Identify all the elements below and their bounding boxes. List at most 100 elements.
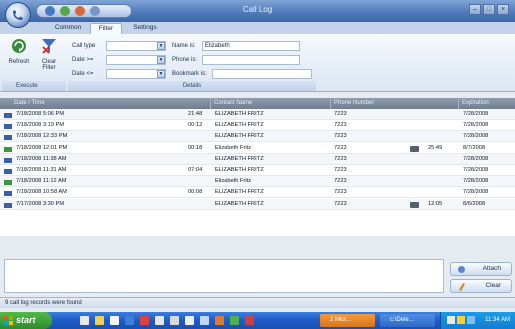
attach-icon xyxy=(458,266,465,273)
cell-expiration: 7/28/2008 xyxy=(463,189,489,196)
cell-duration: 07:04 xyxy=(188,167,203,173)
phone-logo-icon xyxy=(13,10,23,20)
cell-contact-name: ELIZABETH FRITZ xyxy=(215,189,264,196)
cell-attachment-length xyxy=(428,154,456,165)
quicklaunch-browser-icon[interactable] xyxy=(125,316,134,325)
cell-duration: 21:48 xyxy=(188,111,203,117)
cell-attachment-length xyxy=(428,165,456,176)
ribbon-panel: Refresh Clear Filter Execute Call type ▼… xyxy=(0,34,515,92)
call-type-dropdown-icon[interactable]: ▼ xyxy=(157,42,165,50)
table-row[interactable]: 7/18/2008 11:38 AM ELIZABETH FRITZ 7223 7/2… xyxy=(0,153,515,165)
attachment-icon[interactable] xyxy=(410,201,419,208)
outgoing-call-icon xyxy=(4,135,12,141)
cell-expiration: 7/28/2008 xyxy=(463,122,489,129)
table-row[interactable]: 7/18/2008 10:58 AM 00:08 ELIZABETH FRITZ 72… xyxy=(0,187,515,199)
bookmark-input[interactable] xyxy=(212,69,312,79)
cell-datetime: 7/18/2008 12:33 PM xyxy=(16,133,68,140)
cell-expiration: 7/28/2008 xyxy=(463,133,489,140)
task-label-micr: 2 Micr... xyxy=(330,317,352,323)
cell-duration: 00:12 xyxy=(188,122,203,129)
quicklaunch-calc-icon[interactable] xyxy=(170,316,179,325)
application-menu-button[interactable] xyxy=(5,2,31,28)
system-tray: 11:34 AM xyxy=(440,312,515,329)
tab-settings[interactable]: Settings xyxy=(126,23,164,34)
name-label: Name is: xyxy=(172,43,196,49)
quicklaunch-document-icon[interactable] xyxy=(110,316,119,325)
cell-contact-name: ELIZABETH FRITZ xyxy=(215,167,264,173)
cell-expiration: 7/28/2008 xyxy=(463,178,489,185)
quicklaunch-media-icon[interactable] xyxy=(215,316,224,325)
table-row[interactable]: 7/18/2008 11:12 AM Elizabeth Fritz 7223 7/2… xyxy=(0,176,515,188)
column-header-phone[interactable]: Phone Number xyxy=(330,98,458,109)
outgoing-call-icon xyxy=(4,202,12,208)
ribbon-tab-strip: Common Filter Settings xyxy=(0,22,515,34)
clear-button[interactable]: Clear xyxy=(450,279,512,293)
cell-expiration: 8/6/2008 xyxy=(463,200,486,207)
date-from-label: Date >= xyxy=(72,57,94,63)
tab-common[interactable]: Common xyxy=(48,23,88,34)
cell-contact-name: Elizabeth Fritz xyxy=(215,178,252,185)
quicklaunch-phone-icon[interactable] xyxy=(230,316,239,325)
status-text: 9 call log records were found xyxy=(5,300,82,306)
quicklaunch-window-icon[interactable] xyxy=(155,316,164,325)
column-header-contact[interactable]: Contact Name xyxy=(210,98,330,109)
quicklaunch-security-icon[interactable] xyxy=(245,316,254,325)
cell-contact-name: ELIZABETH FRITZ xyxy=(215,111,264,117)
cell-datetime: 7/18/2008 12:01 PM xyxy=(16,144,68,151)
table-row[interactable]: 7/18/2008 12:33 PM ELIZABETH FRITZ 7223 7/2… xyxy=(0,131,515,143)
clear-filter-button[interactable]: Clear Filter xyxy=(36,37,62,77)
cell-contact-name: Elizabeth Fritz xyxy=(215,144,252,151)
phone-input[interactable] xyxy=(202,55,300,65)
quicklaunch-app-icon[interactable] xyxy=(140,316,149,325)
cell-phone-number: 7223 xyxy=(334,111,347,117)
outgoing-call-icon xyxy=(4,169,12,174)
cell-expiration: 7/28/2008 xyxy=(463,111,489,117)
cell-duration xyxy=(188,154,214,165)
clock: 11:34 AM xyxy=(485,317,510,323)
cell-datetime: 7/18/2008 3:19 PM xyxy=(16,122,65,129)
cell-attachment-length: 25:49 xyxy=(428,144,443,151)
table-row[interactable]: 7/17/2008 3:30 PM ELIZABETH FRITZ 7223 12:0… xyxy=(0,198,515,210)
cell-attachment-length xyxy=(428,120,456,131)
refresh-button[interactable]: Refresh xyxy=(6,37,32,77)
close-button[interactable]: × xyxy=(497,4,509,15)
task-button-micr[interactable]: 2 Micr... xyxy=(320,314,375,327)
maximize-button[interactable]: □ xyxy=(483,4,495,15)
status-bar: 9 call log records were found xyxy=(0,297,515,308)
quicklaunch-desktop-icon[interactable] xyxy=(80,316,89,325)
table-row[interactable]: 7/18/2008 3:19 PM 00:12 ELIZABETH FRITZ 722… xyxy=(0,120,515,132)
cell-phone-number: 7223 xyxy=(334,189,347,196)
cell-duration xyxy=(188,176,214,187)
cell-contact-name: ELIZABETH FRITZ xyxy=(215,200,264,207)
quicklaunch-explorer-icon[interactable] xyxy=(185,316,194,325)
outgoing-call-icon xyxy=(4,191,12,197)
quicklaunch-mail-icon[interactable] xyxy=(200,316,209,325)
column-header-datetime[interactable]: Date / Time xyxy=(0,98,210,109)
date-to-dropdown-icon[interactable]: ▼ xyxy=(157,70,165,78)
minimize-button[interactable]: – xyxy=(469,4,481,15)
table-row[interactable]: 7/18/2008 5:06 PM 21:48 ELIZABETH FRITZ 722… xyxy=(0,109,515,120)
task-label-dele: c:\Dele... xyxy=(390,317,414,323)
cell-attachment-length xyxy=(428,109,456,120)
task-button-dele[interactable]: c:\Dele... xyxy=(380,314,435,327)
tab-filter[interactable]: Filter xyxy=(90,23,122,34)
outgoing-call-icon xyxy=(4,113,12,118)
date-to-label: Date <= xyxy=(72,71,94,77)
quicklaunch-folder-icon[interactable] xyxy=(95,316,104,325)
tray-icons[interactable] xyxy=(447,316,475,325)
incoming-call-icon xyxy=(4,146,12,152)
attach-button[interactable]: Attach xyxy=(450,262,512,276)
attach-label: Attach xyxy=(482,265,501,272)
cell-datetime: 7/18/2008 11:31 AM xyxy=(16,167,67,173)
name-input[interactable]: Elizabeth xyxy=(202,41,300,51)
start-button[interactable]: start xyxy=(0,312,52,329)
column-header-expiration[interactable]: Expiration xyxy=(458,98,515,109)
attachment-icon[interactable] xyxy=(410,145,419,152)
table-row[interactable]: 7/18/2008 12:01 PM 00:18 Elizabeth Fritz 72… xyxy=(0,143,515,154)
incoming-call-icon xyxy=(4,180,12,186)
table-row[interactable]: 7/18/2008 11:31 AM 07:04 ELIZABETH FRITZ 72… xyxy=(0,165,515,176)
notes-textarea[interactable] xyxy=(4,259,444,293)
call-type-label: Call type xyxy=(72,43,96,49)
clear-filter-label-2: Filter xyxy=(42,65,56,71)
date-from-dropdown-icon[interactable]: ▼ xyxy=(157,56,165,64)
